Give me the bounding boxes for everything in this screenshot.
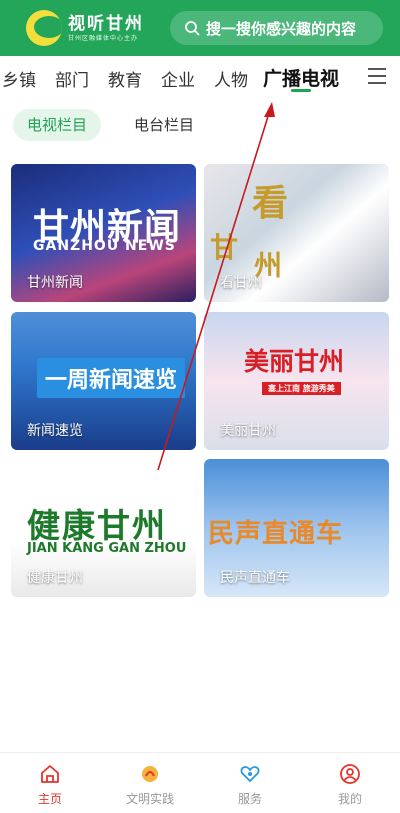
card-art-title: 健康甘州 (27, 506, 167, 545)
program-card-ganzhou-news[interactable]: 甘州新闻 GANZHOU NEWS 甘州新闻 (11, 164, 196, 302)
tab-civilization[interactable]: 文明实践 (110, 763, 190, 807)
card-art-subtitle: JIAN KANG GAN ZHOU (27, 541, 187, 556)
search-placeholder: 搜一搜你感兴趣的内容 (206, 19, 357, 38)
service-icon (240, 766, 260, 783)
card-art-subtitle: 塞上江南 旅游秀美 (262, 382, 341, 395)
search-icon (185, 21, 200, 36)
search-bar[interactable]: 搜一搜你感兴趣的内容 (170, 11, 383, 45)
tab-home[interactable]: 主页 (10, 763, 90, 807)
category-tab-department[interactable]: 部门 (55, 66, 89, 91)
card-caption: 新闻速览 (27, 423, 83, 439)
logo-mark-icon (26, 10, 62, 46)
card-art-title: 美丽甘州 (244, 347, 345, 376)
subtab-tv-programs[interactable]: 电视栏目 (13, 109, 102, 141)
user-icon (340, 764, 360, 784)
tab-label: 服务 (237, 792, 262, 806)
card-caption: 健康甘州 (27, 570, 83, 586)
category-tab-township[interactable]: 乡镇 (2, 66, 36, 91)
logo-subtitle: 甘州区融媒体中心主办 (68, 34, 139, 42)
category-tab-broadcast[interactable]: 广播电视 (263, 64, 339, 91)
card-art-title: 民声直通车 (208, 519, 344, 549)
card-art-title: 看 (252, 183, 289, 224)
card-caption: 甘州新闻 (27, 275, 83, 291)
app-header: 视听甘州 甘州区融媒体中心主办 搜一搜你感兴趣的内容 (0, 0, 400, 56)
card-art-subtitle: 甘 (210, 231, 239, 264)
program-card-kan-ganzhou[interactable]: 看 甘 州 看甘州 (204, 164, 389, 302)
card-caption: 看甘州 (220, 275, 262, 291)
program-card-healthy-ganzhou[interactable]: 健康甘州 JIAN KANG GAN ZHOU 健康甘州 (11, 459, 196, 597)
card-caption: 美丽甘州 (220, 423, 276, 439)
app-logo[interactable]: 视听甘州 甘州区融媒体中心主办 (26, 10, 166, 46)
bottom-tab-bar: 主页 文明实践 服务 我的 (0, 752, 400, 813)
menu-icon[interactable] (368, 68, 386, 84)
tab-profile[interactable]: 我的 (310, 763, 390, 807)
program-card-news-brief[interactable]: 一周新闻速览 新闻速览 (11, 312, 196, 450)
card-caption: 民声直通车 (220, 570, 290, 586)
category-tab-education[interactable]: 教育 (108, 66, 142, 91)
card-art-subtitle: GANZHOU NEWS (33, 238, 176, 254)
tab-label: 我的 (337, 792, 362, 806)
tab-service[interactable]: 服务 (210, 763, 290, 807)
program-card-beautiful-ganzhou[interactable]: 美丽甘州 塞上江南 旅游秀美 美丽甘州 (204, 312, 389, 450)
program-card-voice-express[interactable]: 民声直通车 民声直通车 (204, 459, 389, 597)
category-tab-enterprise[interactable]: 企业 (161, 66, 195, 91)
home-icon (41, 765, 59, 783)
category-tab-people[interactable]: 人物 (214, 66, 248, 91)
civilization-icon (142, 766, 158, 782)
tab-label: 文明实践 (125, 792, 174, 806)
tab-label: 主页 (37, 792, 62, 806)
card-art-title: 一周新闻速览 (37, 358, 186, 398)
subtab-radio-programs[interactable]: 电台栏目 (120, 109, 208, 141)
active-category-indicator (291, 89, 311, 92)
logo-text: 视听甘州 甘州区融媒体中心主办 (68, 14, 144, 43)
logo-title: 视听甘州 (68, 13, 144, 34)
